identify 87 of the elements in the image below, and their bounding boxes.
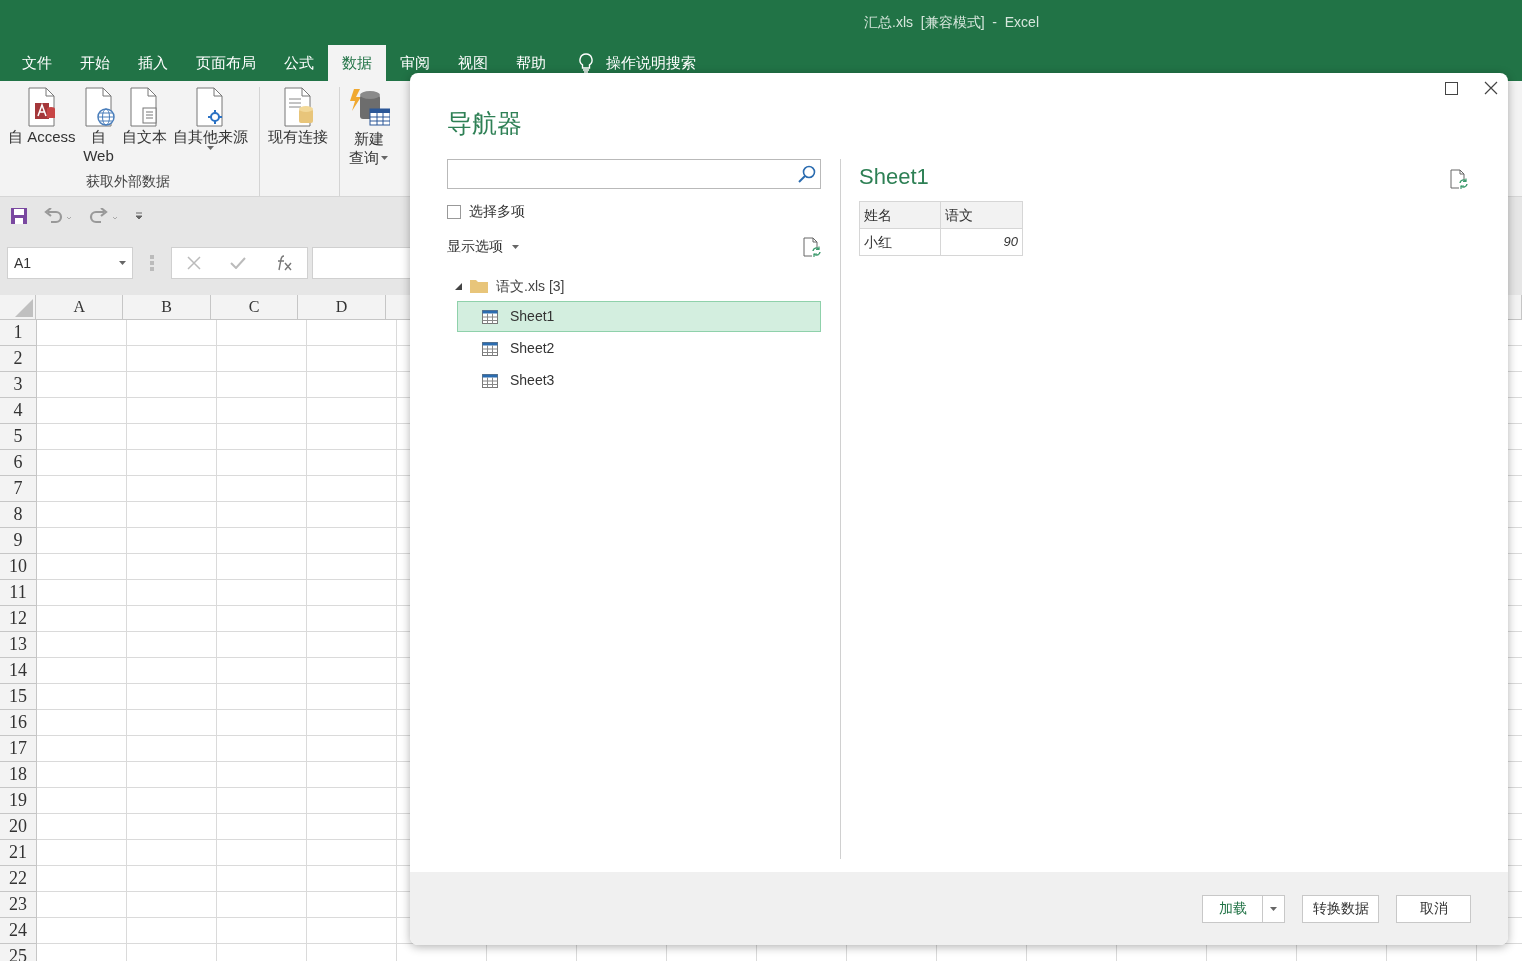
- row-header[interactable]: 18: [0, 762, 37, 788]
- ribbon-button[interactable]: 现有连接: [264, 87, 331, 146]
- ribbon-button[interactable]: 自文本: [118, 87, 170, 146]
- checkbox[interactable]: [447, 204, 461, 219]
- row-header[interactable]: 8: [0, 502, 37, 528]
- row-header[interactable]: 5: [0, 424, 37, 450]
- row-header[interactable]: 10: [0, 554, 37, 580]
- customize-icon[interactable]: [135, 212, 143, 220]
- transform-button[interactable]: 转换数据: [1302, 894, 1379, 923]
- search-icon: [798, 165, 816, 183]
- corner-triangle-icon[interactable]: [15, 299, 34, 317]
- name-box[interactable]: A1: [7, 247, 133, 279]
- undo-icon[interactable]: [43, 208, 73, 224]
- expand-arrow-icon[interactable]: [455, 282, 462, 290]
- tree-item[interactable]: Sheet2: [457, 333, 821, 364]
- ribbon-button[interactable]: 自其他来源: [169, 87, 251, 150]
- refresh-document-icon[interactable]: [803, 236, 821, 257]
- row-header[interactable]: 3: [0, 372, 37, 398]
- row-header[interactable]: 11: [0, 580, 37, 606]
- table-cell: 90: [941, 228, 1023, 256]
- window-title: 汇总.xls [兼容模式] - Excel: [864, 13, 1039, 32]
- ribbon-tab[interactable]: 审阅: [386, 45, 444, 81]
- dropdown-icon: [119, 261, 126, 265]
- dialog-title: 导航器: [447, 108, 523, 139]
- checkbox-label[interactable]: 选择多项: [469, 201, 525, 222]
- ribbon-tab[interactable]: 页面布局: [182, 45, 270, 81]
- table-header: 语文: [941, 201, 1023, 229]
- row-header[interactable]: 12: [0, 606, 37, 632]
- cancel-button[interactable]: 取消: [1396, 894, 1471, 923]
- row-header[interactable]: 9: [0, 528, 37, 554]
- row-header[interactable]: 20: [0, 814, 37, 840]
- tree-item[interactable]: Sheet1: [457, 301, 821, 332]
- row-header[interactable]: 23: [0, 892, 37, 918]
- caret-icon: [381, 155, 388, 160]
- check-icon[interactable]: [229, 257, 246, 269]
- row-header[interactable]: 16: [0, 710, 37, 736]
- row-header[interactable]: 4: [0, 398, 37, 424]
- ribbon-tab[interactable]: 插入: [124, 45, 182, 81]
- select-all-corner[interactable]: [0, 295, 37, 320]
- refresh-document-icon[interactable]: [1450, 169, 1468, 189]
- database-table-icon: [347, 87, 390, 129]
- ribbon-button[interactable]: 自 Web: [78, 87, 119, 165]
- maximize-icon[interactable]: [1445, 81, 1458, 95]
- column-header[interactable]: B: [123, 295, 211, 320]
- column-header[interactable]: A: [36, 295, 124, 320]
- tree-item[interactable]: 语文.xls [3]: [447, 275, 821, 297]
- ribbon-tab[interactable]: 数据: [328, 45, 386, 81]
- close-icon[interactable]: [1484, 81, 1498, 95]
- tell-me-search[interactable]: 操作说明搜索: [606, 51, 696, 75]
- ribbon-tab[interactable]: 开始: [66, 45, 124, 81]
- row-header[interactable]: 1: [0, 320, 37, 346]
- ribbon-tab[interactable]: 文件: [8, 45, 66, 81]
- row-header[interactable]: 13: [0, 632, 37, 658]
- caret-icon: [1270, 906, 1277, 911]
- row-header[interactable]: 24: [0, 918, 37, 944]
- tree-item[interactable]: Sheet3: [457, 365, 821, 396]
- ribbon-tab[interactable]: 视图: [444, 45, 502, 81]
- table-header: 姓名: [859, 201, 941, 229]
- row-header[interactable]: 14: [0, 658, 37, 684]
- row-header[interactable]: 21: [0, 840, 37, 866]
- ribbon-button[interactable]: 自 Access: [5, 87, 79, 146]
- caret-icon: [512, 244, 519, 249]
- table-cell: 小红: [859, 228, 941, 256]
- ribbon-tab[interactable]: 帮助: [502, 45, 560, 81]
- ribbon-button[interactable]: 新建 查询: [344, 87, 393, 167]
- search-field[interactable]: [447, 159, 821, 189]
- row-header[interactable]: 2: [0, 346, 37, 372]
- preview-title: Sheet1: [859, 163, 929, 191]
- row-header[interactable]: 15: [0, 684, 37, 710]
- column-header[interactable]: C: [210, 295, 299, 320]
- ribbon-group-label: 获取外部数据: [85, 172, 170, 191]
- row-header[interactable]: 7: [0, 476, 37, 502]
- drag-handle-icon[interactable]: [150, 255, 154, 271]
- save-icon[interactable]: [11, 208, 27, 224]
- row-header[interactable]: 6: [0, 450, 37, 476]
- table-icon: [482, 309, 498, 324]
- column-header[interactable]: D: [298, 295, 386, 320]
- cancel-icon[interactable]: [186, 256, 201, 270]
- caret-icon: [206, 146, 214, 150]
- table-icon: [482, 373, 498, 388]
- row-header[interactable]: 22: [0, 866, 37, 892]
- row-header[interactable]: 17: [0, 736, 37, 762]
- ribbon-tab[interactable]: 公式: [270, 45, 328, 81]
- display-options-dropdown[interactable]: 显示选项: [447, 236, 519, 257]
- table-icon: [482, 341, 498, 356]
- row-header[interactable]: 19: [0, 788, 37, 814]
- redo-icon[interactable]: [89, 208, 119, 224]
